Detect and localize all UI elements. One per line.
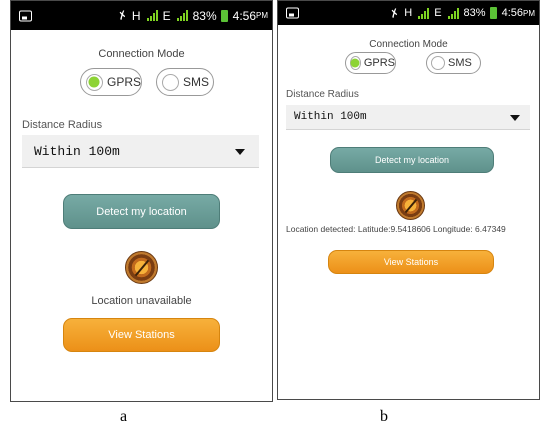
detect-location-button[interactable]: Detect my location (63, 194, 220, 229)
network-e-indicator: E (434, 7, 442, 19)
gprs-radio[interactable]: GPRS (345, 52, 396, 74)
compass-icon (125, 251, 158, 284)
clock: 4:56 PM (502, 7, 535, 19)
signal-icon (176, 10, 188, 21)
radio-unselected-indicator (162, 73, 179, 91)
view-stations-button[interactable]: View Stations (328, 250, 494, 274)
battery-icon (489, 7, 497, 19)
radio-unselected-indicator (431, 56, 445, 70)
distance-radius-label: Distance Radius (286, 89, 359, 100)
sms-radio-label: SMS (448, 57, 472, 69)
connection-mode-label: Connection Mode (98, 48, 185, 60)
compass-icon (396, 191, 425, 220)
distance-radius-dropdown[interactable]: Within 100m (22, 135, 259, 168)
battery-percent: 83% (192, 8, 217, 23)
gprs-radio-label: GPRS (363, 57, 395, 69)
sms-radio[interactable]: SMS (426, 52, 481, 74)
distance-radius-value: Within 100m (294, 111, 367, 123)
mute-icon: ✗ (116, 8, 129, 24)
signal-icon (447, 7, 459, 19)
battery-icon (220, 9, 228, 22)
distance-radius-label: Distance Radius (22, 119, 103, 131)
location-status-text: Location unavailable (91, 295, 192, 307)
clock: 4:56 PM (233, 9, 268, 23)
location-detected-text: Location detected: Latitude:9.5418606 Lo… (286, 224, 506, 234)
mute-icon: ✗ (388, 6, 402, 21)
status-bar: ✗ H E 83% 4:56 PM (11, 1, 272, 30)
image-icon (19, 10, 32, 21)
clock-suffix: PM (523, 8, 535, 18)
gprs-radio[interactable]: GPRS (80, 68, 142, 96)
distance-radius-dropdown[interactable]: Within 100m (286, 105, 530, 130)
radio-selected-indicator (86, 73, 103, 91)
image-icon (286, 7, 299, 19)
sms-radio[interactable]: SMS (156, 68, 214, 96)
figure-caption-a: a (120, 408, 128, 425)
network-e-indicator: E (162, 8, 171, 23)
connection-mode-label: Connection Mode (369, 39, 448, 50)
clock-time: 4:56 (232, 8, 256, 23)
signal-icon (417, 7, 430, 19)
chevron-down-icon (235, 149, 245, 155)
clock-suffix: PM (256, 11, 268, 20)
distance-radius-value: Within 100m (34, 143, 120, 159)
figure-caption-b: b (380, 408, 388, 425)
status-bar: ✗ H E 83% 4:56 PM (278, 1, 539, 25)
clock-time: 4:56 (501, 7, 523, 19)
radio-selected-indicator (350, 56, 361, 70)
chevron-down-icon (510, 115, 520, 121)
battery-percent: 83% (463, 7, 486, 19)
sms-radio-label: SMS (183, 75, 210, 89)
network-h-indicator: H (404, 7, 413, 19)
network-h-indicator: H (131, 8, 141, 23)
detect-location-button[interactable]: Detect my location (330, 147, 494, 173)
gprs-radio-label: GPRS (106, 75, 141, 89)
view-stations-button[interactable]: View Stations (63, 318, 220, 352)
screenshot-panel-b: ✗ H E 83% 4:56 PM Connection Mode GPRS SM… (277, 0, 540, 400)
screenshot-panel-a: ✗ H E 83% 4:56 PM Connection Mode GPRS SM… (10, 0, 273, 402)
signal-icon (146, 10, 158, 21)
